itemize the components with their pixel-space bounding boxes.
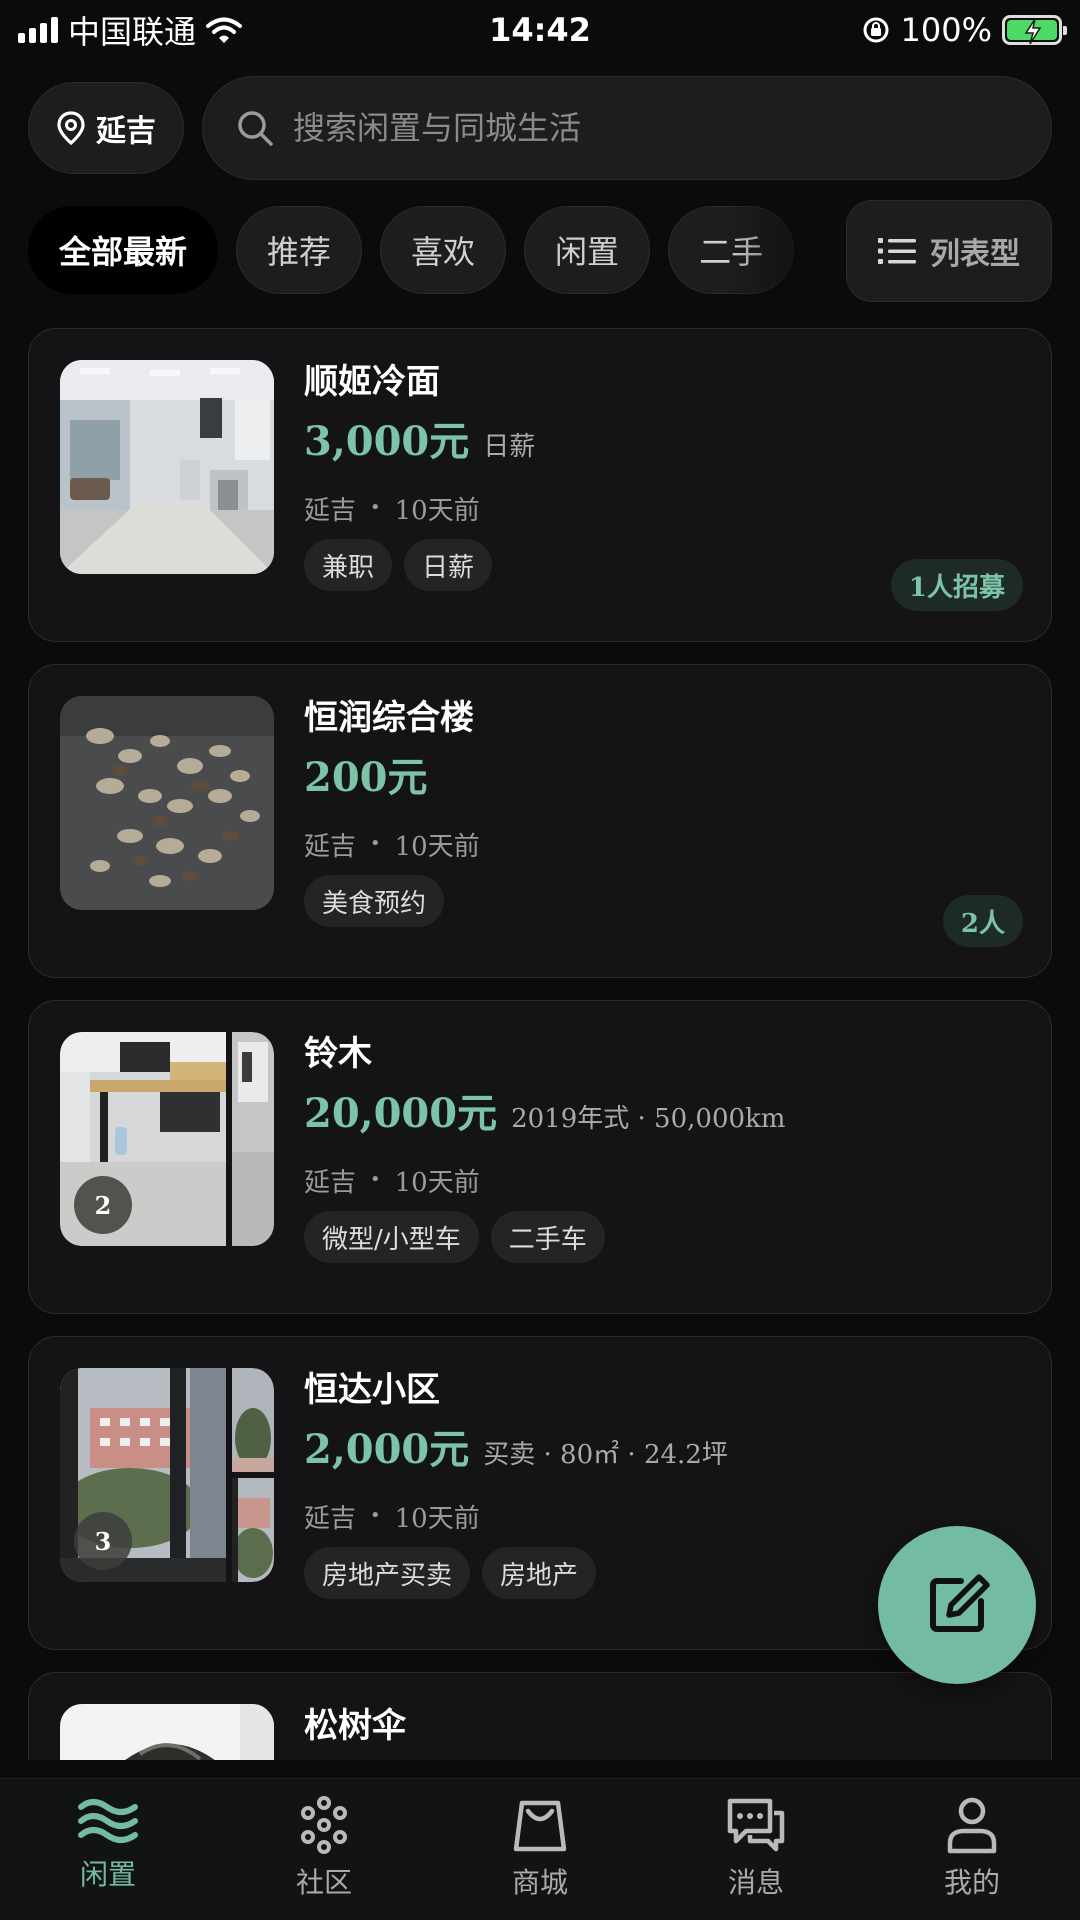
search-bar[interactable] <box>202 76 1052 180</box>
listing-info: 松树伞 <box>304 1701 1023 1751</box>
listing-tag[interactable]: 日薪 <box>404 539 493 591</box>
filter-chip-idle[interactable]: 闲置 <box>524 206 651 294</box>
listing-info: 铃木 20,000元 2019年式 · 50,000km 延吉 • 10天前 微型/… <box>304 1029 1023 1263</box>
listing-location: 延吉 <box>304 832 357 862</box>
filter-chip-latest[interactable]: 全部最新 <box>28 206 219 294</box>
community-dots-icon <box>301 1796 347 1854</box>
person-icon <box>947 1797 997 1854</box>
battery-icon <box>1002 15 1067 45</box>
nav-tab-messages[interactable]: 消息 <box>648 1779 864 1920</box>
listing-tag[interactable]: 美食预约 <box>304 875 445 927</box>
top-bar: 延吉 <box>28 76 1052 180</box>
listing-title: 恒达小区 <box>304 1370 440 1410</box>
recruit-badge: 1人招募 <box>890 559 1023 611</box>
listing-feed[interactable]: 顺姬冷面 3,000元 日薪 延吉 • 10天前 兼职 日薪 1人招募 恒润综合… <box>28 328 1052 1760</box>
nav-label: 闲置 <box>79 1858 136 1891</box>
location-pin-icon <box>57 111 85 145</box>
location-button[interactable]: 延吉 <box>28 82 184 174</box>
nav-tab-profile[interactable]: 我的 <box>864 1779 1080 1920</box>
filter-chip-like[interactable]: 喜欢 <box>380 206 507 294</box>
listing-price-detail: 2019年式 · 50,000km <box>511 1104 786 1134</box>
listing-price: 2,000元 <box>304 1426 470 1473</box>
listing-title: 松树伞 <box>304 1706 406 1746</box>
image-count-badge: 3 <box>74 1512 132 1570</box>
image-count-badge: 2 <box>74 1176 132 1234</box>
view-toggle-label: 列表型 <box>930 237 1020 272</box>
listing-card[interactable]: 松树伞 <box>28 1672 1052 1760</box>
listing-meta: 延吉 • 10天前 <box>304 496 480 526</box>
listing-thumbnail <box>60 360 274 574</box>
status-bar: 中国联通 14:42 100% <box>0 0 1080 60</box>
search-icon <box>238 111 273 146</box>
location-label: 延吉 <box>96 114 156 149</box>
listing-info: 顺姬冷面 3,000元 日薪 延吉 • 10天前 兼职 日薪 <box>304 357 1023 591</box>
filter-bar: 全部最新 推荐 喜欢 闲置 二手 列表型 <box>28 200 1052 302</box>
nav-label: 我的 <box>943 1866 1000 1899</box>
listing-card[interactable]: 顺姬冷面 3,000元 日薪 延吉 • 10天前 兼职 日薪 1人招募 <box>28 328 1052 642</box>
listing-price: 20,000元 <box>304 1090 498 1137</box>
listing-location: 延吉 <box>304 1504 357 1534</box>
listing-title: 铃木 <box>304 1034 372 1074</box>
listing-time: 10天前 <box>394 1168 480 1198</box>
listing-thumbnail: 3 <box>60 1368 274 1582</box>
listing-price: 3,000元 <box>304 418 470 465</box>
listing-tag[interactable]: 微型/小型车 <box>304 1211 479 1263</box>
listing-tag[interactable]: 房地产买卖 <box>304 1547 471 1599</box>
filter-chip-secondhand[interactable]: 二手 <box>668 206 795 294</box>
listing-card[interactable]: 恒润综合楼 200元 延吉 • 10天前 美食预约 2人 <box>28 664 1052 978</box>
rotation-lock-icon <box>863 17 889 43</box>
nav-tab-community[interactable]: 社区 <box>216 1779 432 1920</box>
filter-chips: 全部最新 推荐 喜欢 闲置 二手 <box>28 204 858 296</box>
listing-thumbnail: 2 <box>60 1032 274 1246</box>
nav-label: 消息 <box>727 1866 784 1899</box>
listing-location: 延吉 <box>304 496 357 526</box>
waves-icon <box>78 1799 138 1843</box>
wifi-icon <box>206 17 243 43</box>
listing-tag[interactable]: 二手车 <box>490 1211 605 1263</box>
nav-tab-shop[interactable]: 商城 <box>432 1779 648 1920</box>
listing-time: 10天前 <box>394 1504 480 1534</box>
filter-chip-recommend[interactable]: 推荐 <box>236 206 363 294</box>
listing-meta: 延吉 • 10天前 <box>304 1168 480 1198</box>
listing-thumbnail <box>60 1704 274 1760</box>
listing-title: 顺姬冷面 <box>304 362 440 402</box>
listing-time: 10天前 <box>394 832 480 862</box>
recruit-badge: 2人 <box>942 895 1023 947</box>
search-input[interactable] <box>293 109 1019 147</box>
listing-info: 恒润综合楼 200元 延吉 • 10天前 美食预约 <box>304 693 1023 927</box>
chat-bubbles-icon <box>727 1798 785 1852</box>
listing-meta: 延吉 • 10天前 <box>304 832 480 862</box>
listing-price: 200元 <box>304 754 428 801</box>
nav-label: 社区 <box>295 1866 352 1899</box>
listing-price-detail: 日薪 <box>483 432 536 462</box>
battery-percent: 100% <box>900 11 992 49</box>
listing-thumbnail <box>60 696 274 910</box>
nav-tab-idle[interactable]: 闲置 <box>0 1779 216 1920</box>
view-toggle-button[interactable]: 列表型 <box>846 200 1052 302</box>
bottom-nav: 闲置 社区 商城 消息 我的 <box>0 1778 1080 1920</box>
nav-label: 商城 <box>511 1866 568 1899</box>
list-icon <box>878 238 916 264</box>
listing-price-detail: 买卖 · 80㎡ · 24.2坪 <box>483 1440 728 1470</box>
listing-title: 恒润综合楼 <box>304 698 474 738</box>
shopping-bag-icon <box>513 1800 567 1852</box>
listing-time: 10天前 <box>394 496 480 526</box>
carrier-label: 中国联通 <box>68 13 197 51</box>
listing-card[interactable]: 2 铃木 20,000元 2019年式 · 50,000km 延吉 • 10天前 微… <box>28 1000 1052 1314</box>
listing-tag[interactable]: 兼职 <box>304 539 393 591</box>
signal-icon <box>18 17 58 43</box>
listing-location: 延吉 <box>304 1168 357 1198</box>
compose-button[interactable] <box>878 1526 1036 1684</box>
edit-icon <box>930 1574 990 1632</box>
listing-tag[interactable]: 房地产 <box>482 1547 597 1599</box>
